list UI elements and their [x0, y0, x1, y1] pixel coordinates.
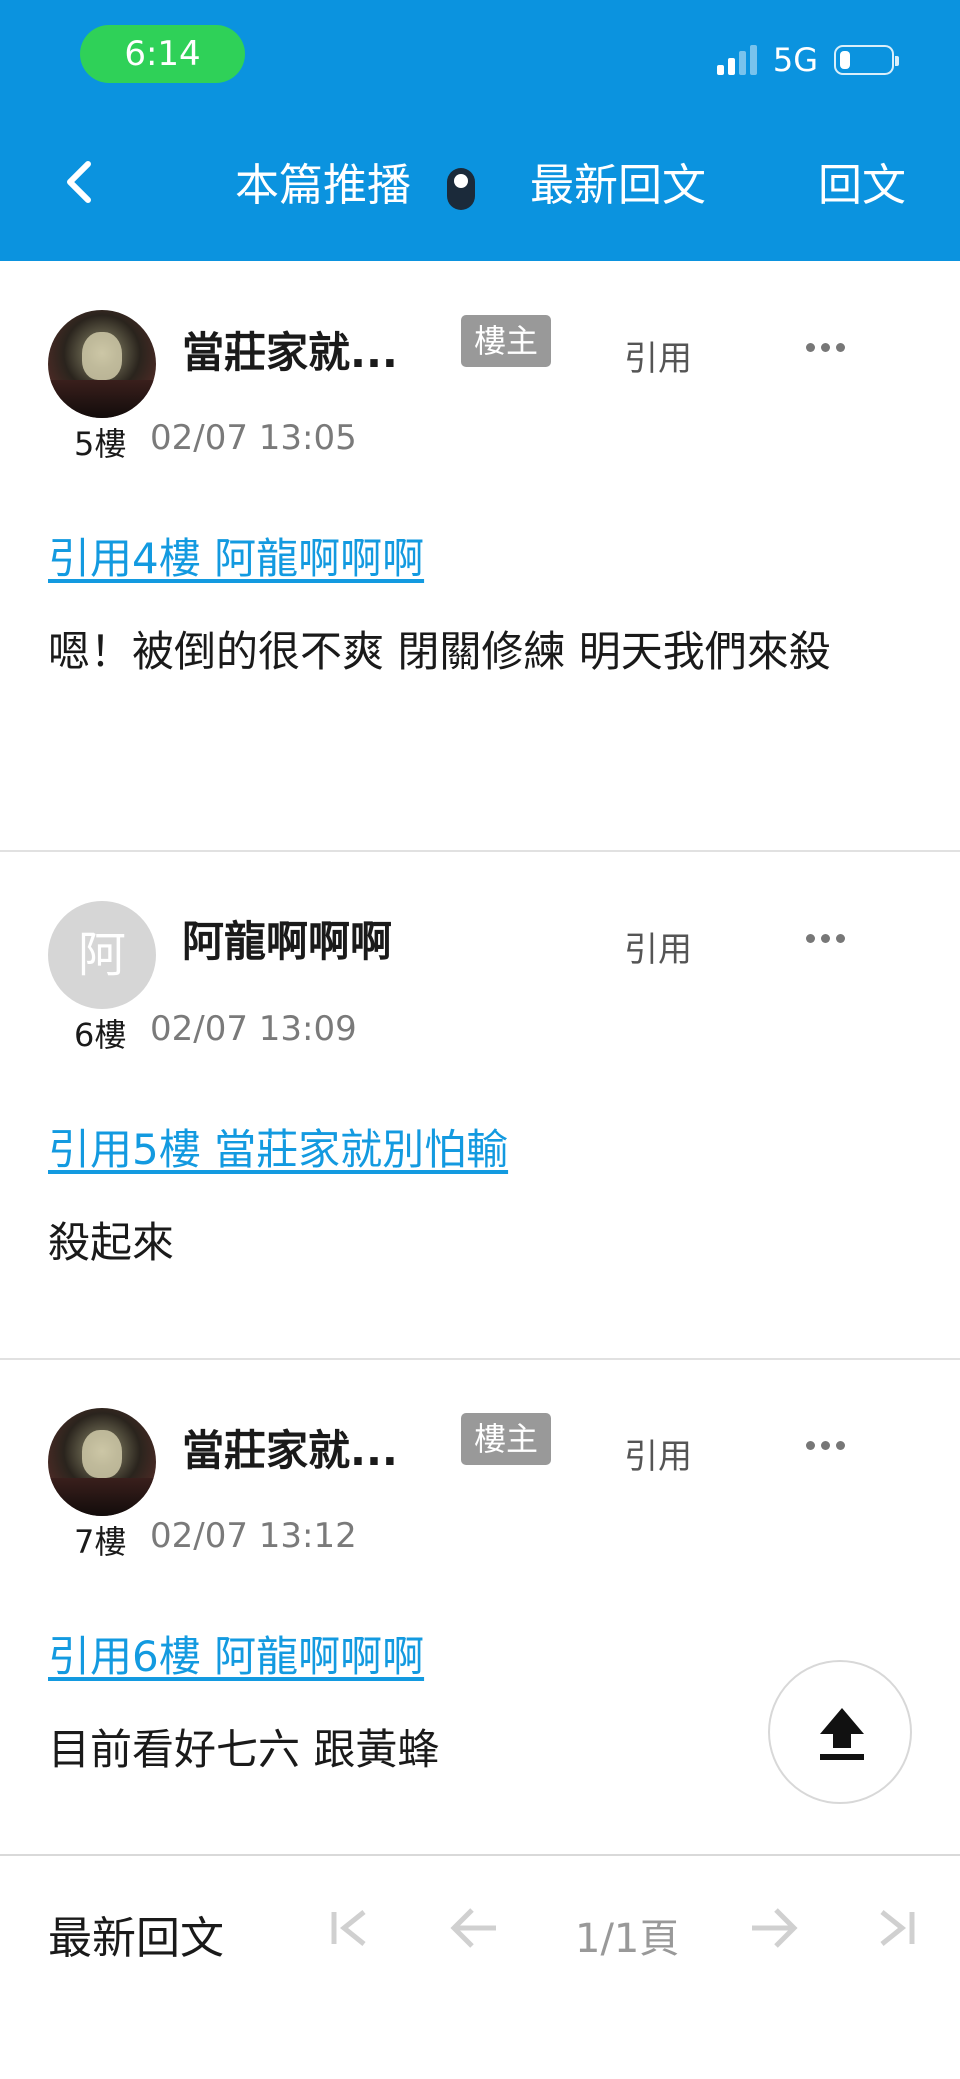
status-time: 6:14 [80, 25, 245, 83]
battery-icon [834, 45, 899, 75]
floor-number: 5樓 [74, 425, 127, 463]
avatar[interactable] [48, 1408, 156, 1516]
bottom-bar: 最新回文 1/1頁 [0, 1854, 960, 2079]
status-indicators: 5G [716, 40, 899, 80]
post-time: 02/07 13:05 [150, 418, 357, 458]
quote-button[interactable]: 引用 [624, 922, 692, 971]
floor-number: 7樓 [74, 1523, 127, 1561]
quote-link[interactable]: 引用5樓 當莊家就別怕輸 [48, 1116, 508, 1177]
op-badge: 樓主 [461, 315, 551, 367]
prev-page-icon[interactable] [450, 1906, 500, 1950]
post-content: 嗯！被倒的很不爽 閉關修練 明天我們來殺 [48, 627, 831, 676]
quote-button[interactable]: 引用 [624, 331, 692, 380]
post-time: 02/07 13:12 [150, 1516, 357, 1556]
first-page-icon[interactable] [330, 1906, 370, 1950]
back-icon[interactable] [62, 160, 98, 204]
post-floor-5: 當莊家就... 樓主 引用 5樓 02/07 13:05 引用4樓 阿龍啊啊啊 … [0, 261, 960, 852]
signal-icon [716, 45, 757, 75]
top-header: 6:14 5G 本篇推播 最新回文 回文 [0, 0, 960, 261]
op-badge: 樓主 [461, 1413, 551, 1465]
quote-button[interactable]: 引用 [624, 1429, 692, 1478]
page-indicator[interactable]: 1/1頁 [575, 1906, 679, 1964]
toggle-icon[interactable] [447, 168, 475, 210]
latest-replies-link[interactable]: 最新回文 [48, 1902, 224, 1966]
reply-button[interactable]: 回文 [818, 158, 906, 214]
more-icon[interactable] [806, 343, 845, 352]
quote-link[interactable]: 引用4樓 阿龍啊啊啊 [48, 525, 424, 586]
last-page-icon[interactable] [876, 1906, 916, 1950]
username[interactable]: 當莊家就... [182, 1417, 398, 1478]
username[interactable]: 當莊家就... [182, 319, 398, 380]
scroll-top-button[interactable] [768, 1660, 912, 1804]
more-icon[interactable] [806, 1441, 845, 1450]
latest-replies-button[interactable]: 最新回文 [530, 158, 706, 214]
quote-link[interactable]: 引用6樓 阿龍啊啊啊 [48, 1623, 424, 1684]
floor-number: 6樓 [74, 1016, 127, 1054]
avatar[interactable] [48, 310, 156, 418]
post-content: 殺起來 [48, 1218, 175, 1267]
recommend-button[interactable]: 本篇推播 [235, 158, 411, 214]
avatar[interactable]: 阿 [48, 901, 156, 1009]
username[interactable]: 阿龍啊啊啊 [182, 908, 392, 969]
network-label: 5G [772, 41, 818, 79]
next-page-icon[interactable] [748, 1906, 798, 1950]
more-icon[interactable] [806, 934, 845, 943]
post-floor-6: 阿 阿龍啊啊啊 引用 6樓 02/07 13:09 引用5樓 當莊家就別怕輸 殺… [0, 852, 960, 1360]
upload-icon [820, 1708, 864, 1760]
post-time: 02/07 13:09 [150, 1009, 357, 1049]
